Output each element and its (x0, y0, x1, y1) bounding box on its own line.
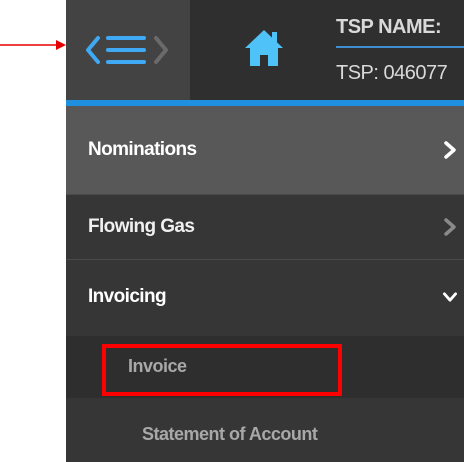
menu-item-label: Nominations (88, 139, 197, 160)
tsp-id-label: TSP: 046077 (336, 62, 448, 84)
tsp-info: TSP NAME: TSP: 046077 (328, 0, 464, 100)
menu-toggle-button[interactable] (66, 0, 190, 100)
menu-item-invoicing[interactable]: Invoicing (66, 259, 464, 334)
menu-item-label: Invoicing (88, 286, 167, 307)
tsp-divider (336, 46, 464, 48)
home-icon[interactable] (242, 26, 286, 70)
submenu-item-label: Statement of Account (142, 424, 318, 444)
menu-item-nominations[interactable]: Nominations (66, 106, 464, 194)
chevron-right-icon (444, 218, 456, 236)
menu-item-label: Flowing Gas (88, 216, 195, 237)
annotation-highlight-box (102, 344, 342, 396)
menu-item-flowing-gas[interactable]: Flowing Gas (66, 194, 464, 259)
annotation-arrow (0, 40, 66, 50)
tsp-name-label: TSP NAME: (336, 16, 442, 38)
submenu-item-statement-of-account[interactable]: Statement of Account (66, 398, 464, 462)
hamburger-icon (86, 36, 168, 64)
chevron-down-icon (443, 292, 457, 302)
top-bar: TSP NAME: TSP: 046077 (66, 0, 464, 100)
chevron-right-icon (444, 141, 456, 159)
